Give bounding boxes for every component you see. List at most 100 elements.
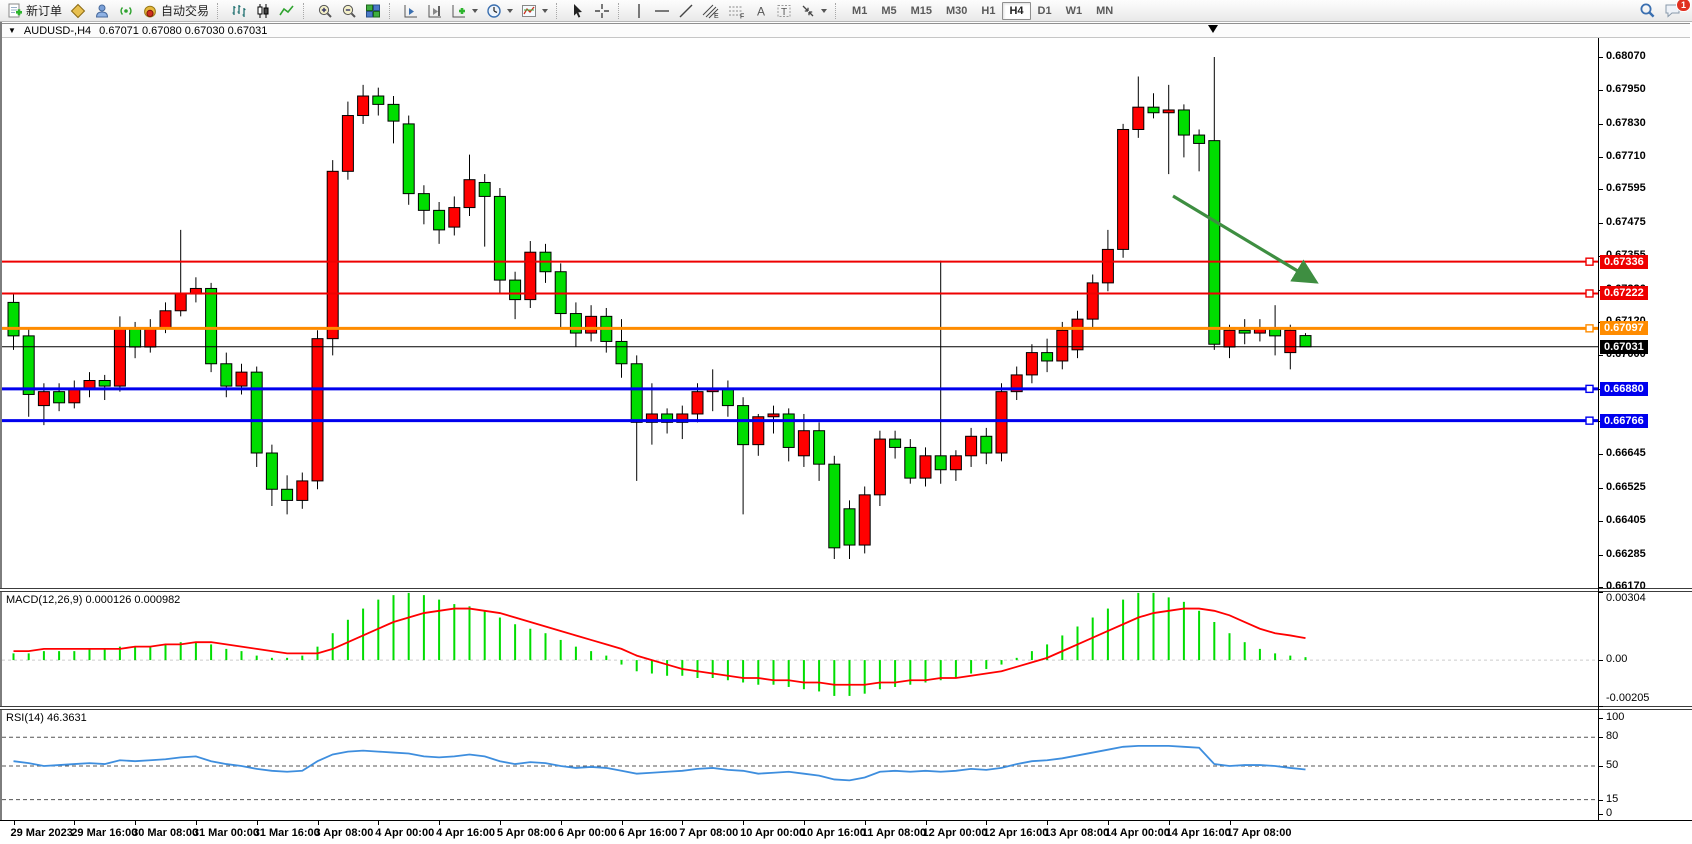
chevron-down-icon xyxy=(507,9,513,13)
bar-chart-type-button[interactable] xyxy=(227,1,251,20)
chart-shift-button[interactable] xyxy=(423,1,447,20)
line-handle[interactable] xyxy=(1586,258,1593,265)
level-price-tag[interactable]: 0.66766 xyxy=(1600,414,1648,428)
auto-scroll-button[interactable] xyxy=(399,1,423,20)
indicators-button[interactable] xyxy=(447,1,482,20)
candle-body xyxy=(160,311,171,328)
annotation-arrow[interactable] xyxy=(1173,196,1316,282)
candle-body xyxy=(1133,107,1144,129)
templates-button[interactable] xyxy=(517,1,552,20)
candle-body xyxy=(1163,110,1174,113)
chevron-down-icon xyxy=(472,9,478,13)
periods-button[interactable] xyxy=(482,1,517,20)
vertical-line-button[interactable] xyxy=(628,1,650,20)
auto-trading-label: 自动交易 xyxy=(161,2,209,19)
line-handle[interactable] xyxy=(1586,385,1593,392)
timeframe-button-h1[interactable]: H1 xyxy=(974,2,1002,20)
time-axis-label: 10 Apr 00:00 xyxy=(740,827,805,839)
text-label-button[interactable]: T xyxy=(772,1,796,20)
auto-trading-button[interactable]: 自动交易 xyxy=(138,1,213,20)
macd-panel[interactable] xyxy=(2,592,1598,706)
timeframe-button-m30[interactable]: M30 xyxy=(939,2,974,20)
macd-label: MACD(12,26,9) 0.000126 0.000982 xyxy=(6,594,180,606)
equidistant-channel-button[interactable]: E xyxy=(698,1,724,20)
candle-body xyxy=(434,210,445,230)
candle-body xyxy=(388,104,399,121)
notifications-button[interactable]: 1 xyxy=(1660,1,1686,20)
candlestick-type-button[interactable] xyxy=(251,1,275,20)
timeframe-button-m1[interactable]: M1 xyxy=(845,2,874,20)
timeframe-button-mn[interactable]: MN xyxy=(1089,2,1120,20)
timeframe-button-h4[interactable]: H4 xyxy=(1002,2,1030,20)
time-axis-tick xyxy=(804,821,805,825)
price-axis-label: 0.67355 xyxy=(1606,249,1646,261)
crosshair-button[interactable] xyxy=(590,1,614,20)
signal-button[interactable] xyxy=(114,1,138,20)
candle-body xyxy=(570,314,581,334)
candle-body xyxy=(981,436,992,453)
time-axis-label: 11 Apr 08:00 xyxy=(862,827,926,839)
market-watch-button[interactable] xyxy=(66,1,90,20)
time-axis-label: 10 Apr 16:00 xyxy=(801,827,866,839)
price-axis-tick xyxy=(1599,256,1603,257)
zoom-in-button[interactable] xyxy=(313,1,337,20)
horizontal-line-button[interactable] xyxy=(650,1,674,20)
line-handle[interactable] xyxy=(1586,325,1593,332)
candle-body xyxy=(814,431,825,464)
candle-body xyxy=(479,182,490,196)
level-price-tag[interactable]: 0.66880 xyxy=(1600,382,1648,396)
toolbar-separator xyxy=(835,3,842,19)
line-chart-type-button[interactable] xyxy=(275,1,299,20)
toolbar: 新订单 自动交易 xyxy=(0,0,1692,22)
search-button[interactable] xyxy=(1635,1,1660,20)
trendline-button[interactable] xyxy=(674,1,698,20)
main-chart-panel[interactable] xyxy=(2,38,1598,588)
level-price-tag[interactable]: 0.67222 xyxy=(1600,286,1648,300)
data-window-button[interactable] xyxy=(90,1,114,20)
time-axis[interactable]: 29 Mar 202329 Mar 16:0030 Mar 08:0031 Ma… xyxy=(0,820,1692,844)
vertical-line-icon xyxy=(632,3,646,19)
candle-body xyxy=(464,180,475,208)
price-axis-border xyxy=(1598,38,1599,820)
candle-body xyxy=(996,392,1007,453)
chart-shift-marker[interactable] xyxy=(1208,25,1218,33)
rsi-axis-label: 100 xyxy=(1606,711,1624,723)
new-order-button[interactable]: 新订单 xyxy=(3,1,66,20)
rsi-axis-tick xyxy=(1599,766,1603,767)
price-axis-label: 0.66766 xyxy=(1606,414,1646,426)
tile-windows-button[interactable] xyxy=(361,1,385,20)
cursor-button[interactable] xyxy=(566,1,590,20)
candle-body xyxy=(114,328,125,387)
window-menu-icon[interactable]: ▼ xyxy=(8,23,16,38)
line-handle[interactable] xyxy=(1586,417,1593,424)
price-axis-tick xyxy=(1599,454,1603,455)
rsi-axis-label: 80 xyxy=(1606,730,1618,742)
time-axis-tick xyxy=(378,821,379,825)
macd-axis-tick xyxy=(1599,592,1603,593)
candle-body xyxy=(221,364,232,386)
toolbar-separator xyxy=(303,3,310,19)
timeframe-button-w1[interactable]: W1 xyxy=(1059,2,1090,20)
level-price-tag[interactable]: 0.67097 xyxy=(1600,321,1648,335)
time-axis-tick xyxy=(622,821,623,825)
time-axis-label: 14 Apr 00:00 xyxy=(1105,827,1170,839)
price-axis-tick xyxy=(1599,189,1603,190)
current-price-tag[interactable]: 0.67031 xyxy=(1600,340,1648,354)
timeframe-button-d1[interactable]: D1 xyxy=(1031,2,1059,20)
timeframe-button-m5[interactable]: M5 xyxy=(874,2,903,20)
line-handle[interactable] xyxy=(1586,290,1593,297)
rsi-panel[interactable] xyxy=(2,710,1598,820)
rsi-line xyxy=(14,746,1306,781)
zoom-out-button[interactable] xyxy=(337,1,361,20)
timeframe-button-m15[interactable]: M15 xyxy=(904,2,939,20)
candle-body xyxy=(342,116,353,172)
fibonacci-button[interactable]: F xyxy=(724,1,750,20)
candle-body xyxy=(145,328,156,348)
arrows-button[interactable] xyxy=(796,1,831,20)
candle-body xyxy=(1239,330,1250,333)
text-button[interactable]: A xyxy=(750,1,772,20)
bar-chart-icon xyxy=(231,3,247,19)
level-price-tag[interactable]: 0.67336 xyxy=(1600,255,1648,269)
timeframe-group: M1M5M15M30H1H4D1W1MN xyxy=(845,2,1120,20)
zoom-in-icon xyxy=(317,3,333,19)
